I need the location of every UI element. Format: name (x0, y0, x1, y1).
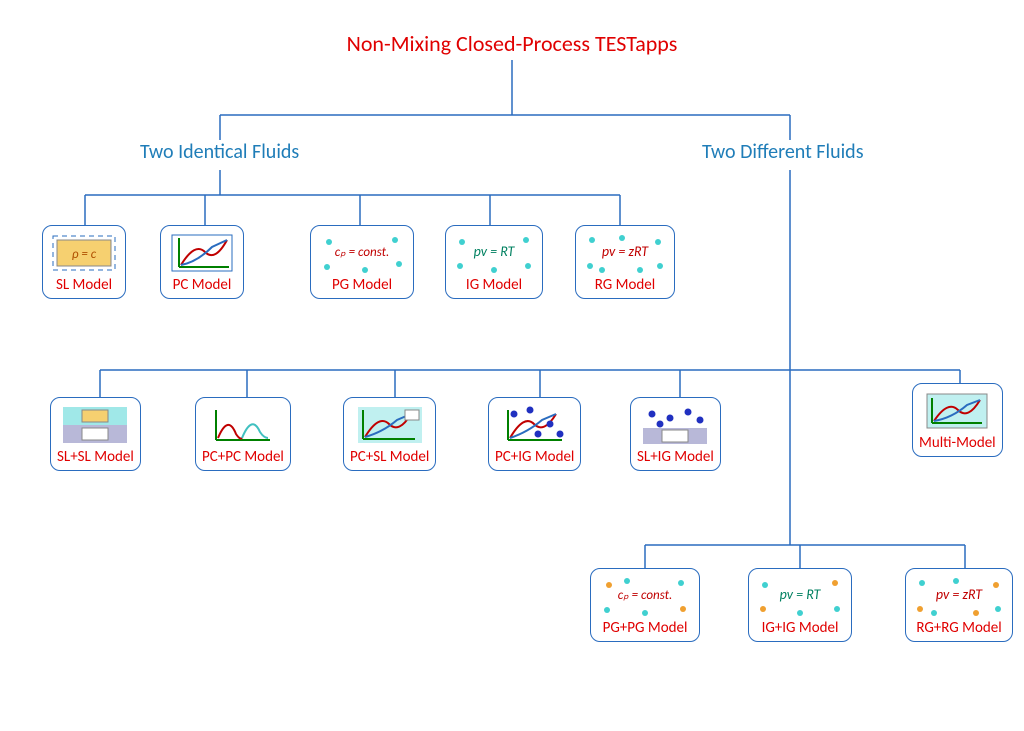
node-pcig-model[interactable]: PC+IG Model (488, 397, 581, 471)
node-label: SL Model (49, 276, 119, 294)
ig-icon: pv = RT (452, 232, 536, 274)
rg-icon: pv = zRT (582, 232, 668, 274)
node-slig-model[interactable]: SL+IG Model (630, 397, 721, 471)
rgrg-icon: pv = zRT (912, 575, 1006, 617)
svg-text:pv = RT: pv = RT (780, 586, 822, 603)
page-title: Non-Mixing Closed-Process TESTapps (0, 30, 1024, 57)
node-label: SL+IG Model (637, 448, 714, 466)
svg-text:cₚ = const.: cₚ = const. (618, 588, 673, 603)
node-ig-model[interactable]: pv = RT IG Model (445, 225, 543, 299)
node-label: IG Model (452, 276, 536, 294)
slsl-icon (60, 404, 130, 446)
node-label: PC+IG Model (495, 448, 574, 466)
pg-icon: cₚ = const. (317, 232, 407, 274)
svg-text:cₚ = const.: cₚ = const. (335, 245, 390, 260)
node-label: Multi-Model (919, 434, 996, 452)
svg-text:ρ = c: ρ = c (72, 247, 97, 262)
igig-icon: pv = RT (755, 575, 845, 617)
pc-icon (167, 232, 237, 274)
svg-text:pv = RT: pv = RT (474, 243, 516, 260)
node-igig-model[interactable]: pv = RT IG+IG Model (748, 568, 852, 642)
node-pcpc-model[interactable]: PC+PC Model (195, 397, 291, 471)
node-pcsl-model[interactable]: PC+SL Model (343, 397, 436, 471)
node-sl-model[interactable]: ρ = c SL Model (42, 225, 126, 299)
node-label: PC+PC Model (202, 448, 284, 466)
node-label: PC Model (167, 276, 237, 294)
node-label: RG+RG Model (912, 619, 1006, 637)
node-rgrg-model[interactable]: pv = zRT RG+RG Model (905, 568, 1013, 642)
node-slsl-model[interactable]: SL+SL Model (50, 397, 141, 471)
pgpg-icon: cₚ = const. (597, 575, 693, 617)
sl-icon: ρ = c (49, 232, 119, 274)
node-rg-model[interactable]: pv = zRT RG Model (575, 225, 675, 299)
pcsl-icon (355, 404, 425, 446)
node-pg-model[interactable]: cₚ = const. PG Model (310, 225, 414, 299)
node-label: SL+SL Model (57, 448, 134, 466)
slig-icon (640, 404, 710, 446)
node-multi-model[interactable]: Multi-Model (912, 383, 1003, 457)
category-different: Two Different Fluids (702, 140, 864, 164)
category-identical: Two Identical Fluids (140, 140, 299, 164)
node-label: PG+PG Model (597, 619, 693, 637)
svg-text:pv = zRT: pv = zRT (602, 243, 649, 260)
pcpc-icon (208, 404, 278, 446)
node-label: PG Model (317, 276, 407, 294)
node-label: PC+SL Model (350, 448, 429, 466)
node-pc-model[interactable]: PC Model (160, 225, 244, 299)
node-pgpg-model[interactable]: cₚ = const. PG+PG Model (590, 568, 700, 642)
node-label: IG+IG Model (755, 619, 845, 637)
connector-lines (0, 0, 1024, 731)
pcig-icon (500, 404, 570, 446)
multi-icon (922, 390, 992, 432)
svg-text:pv = zRT: pv = zRT (936, 586, 983, 603)
node-label: RG Model (582, 276, 668, 294)
